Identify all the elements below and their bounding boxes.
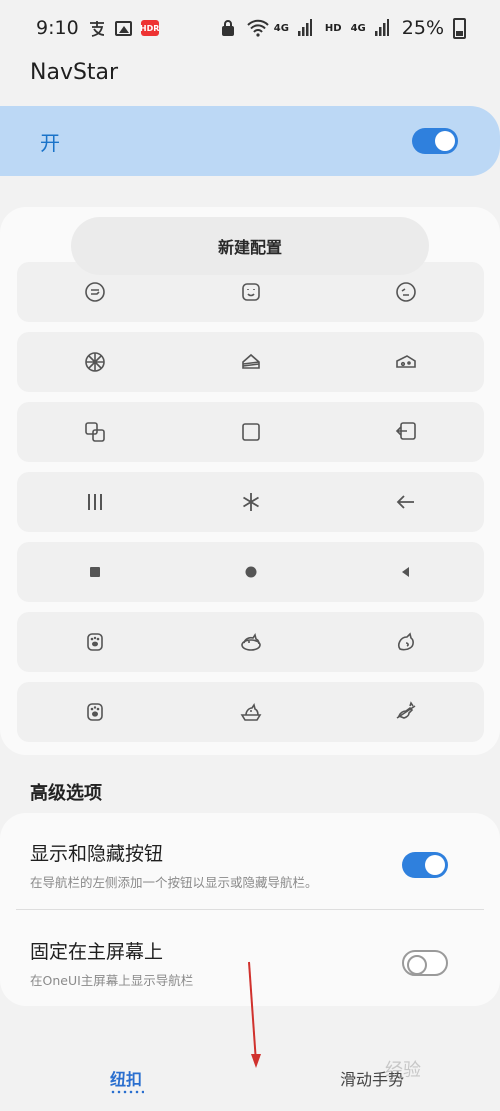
back-arrow-icon xyxy=(396,495,415,509)
hdr-icon: HDR xyxy=(140,20,159,36)
sleeping-cat-icon xyxy=(240,633,261,651)
icon-style-option[interactable] xyxy=(173,472,329,532)
icon-style-option[interactable] xyxy=(173,542,329,602)
icon-style-option[interactable] xyxy=(173,402,329,462)
network-4g-label: 4G xyxy=(273,22,289,34)
signal-icon xyxy=(297,19,316,37)
network-4g-label-2: 4G xyxy=(350,22,366,34)
setting-show-hide-button[interactable]: 显示和隐藏按钮 在导航栏的左侧添加一个按钮以显示或隐藏导航栏。 xyxy=(30,839,448,891)
icon-style-option[interactable] xyxy=(17,612,173,672)
annotation-arrow-head xyxy=(251,1054,261,1068)
bottom-nav: 纽扣 滑动手势 xyxy=(0,1046,500,1111)
tab-buttons[interactable]: 纽扣 xyxy=(110,1066,142,1090)
setting-title: 显示和隐藏按钮 xyxy=(30,843,164,865)
lock-icon xyxy=(220,19,238,37)
pin-homescreen-toggle[interactable] xyxy=(402,950,448,976)
icon-style-row[interactable] xyxy=(17,472,484,532)
home-square-icon xyxy=(241,423,260,441)
cat-stretch-icon xyxy=(396,701,416,719)
icon-style-option[interactable] xyxy=(173,612,329,672)
icon-style-option[interactable] xyxy=(328,472,484,532)
icon-style-row[interactable] xyxy=(17,332,484,392)
gallery-icon xyxy=(114,20,132,36)
face-swirl-icon xyxy=(85,282,105,302)
master-switch-label: 开 xyxy=(40,130,60,155)
cat-curl-icon xyxy=(398,632,415,651)
cat-basket-icon xyxy=(240,703,261,721)
recents-bars-icon xyxy=(87,494,102,510)
icon-style-option[interactable] xyxy=(173,682,329,742)
setting-pin-homescreen[interactable]: 固定在主屏幕上 在OneUI主屏幕上显示导航栏 xyxy=(30,937,448,989)
cheese-icon xyxy=(396,355,416,368)
cake-slice-icon xyxy=(241,353,260,369)
status-time: 9:10 xyxy=(36,17,79,39)
active-tab-indicator xyxy=(110,1090,144,1094)
icon-style-option[interactable] xyxy=(17,402,173,462)
battery-percent: 25% xyxy=(401,17,444,39)
watermark: 经验 xyxy=(385,1060,421,1081)
icon-style-option[interactable] xyxy=(328,612,484,672)
icon-style-row[interactable] xyxy=(17,612,484,672)
setting-title: 固定在主屏幕上 xyxy=(30,941,164,963)
home-filled-circle-icon xyxy=(245,566,256,578)
recents-overlap-icon xyxy=(85,422,105,442)
icon-style-option[interactable] xyxy=(17,332,173,392)
wifi-icon xyxy=(247,19,269,37)
recents-filled-square-icon xyxy=(89,567,100,577)
icon-style-option[interactable] xyxy=(173,332,329,392)
battery-icon xyxy=(453,17,466,39)
advanced-section-title: 高级选项 xyxy=(30,783,102,804)
master-switch-row[interactable]: 开 xyxy=(0,106,500,176)
hd-label: HD xyxy=(324,22,342,34)
icon-style-option[interactable] xyxy=(17,472,173,532)
icon-style-grid: 新建配置 xyxy=(0,207,500,755)
show-hide-toggle[interactable] xyxy=(402,852,448,878)
pizza-icon xyxy=(85,352,105,372)
setting-desc: 在OneUI主屏幕上显示导航栏 xyxy=(30,973,194,988)
setting-desc: 在导航栏的左侧添加一个按钮以显示或隐藏导航栏。 xyxy=(30,875,318,890)
icon-style-row[interactable] xyxy=(17,682,484,742)
icon-style-option[interactable] xyxy=(17,542,173,602)
divider xyxy=(16,909,484,910)
new-config-button[interactable]: 新建配置 xyxy=(71,217,429,275)
icon-style-row[interactable] xyxy=(17,542,484,602)
status-bar: 9:10 HDR 4G HD 4G 25% xyxy=(0,0,500,56)
face-tilt-icon xyxy=(396,282,416,302)
icon-style-option[interactable] xyxy=(17,682,173,742)
alipay-icon xyxy=(88,19,106,37)
paw-cup-alt-icon xyxy=(87,703,103,721)
signal-icon-2 xyxy=(374,19,393,37)
back-box-icon xyxy=(396,422,416,440)
paw-cup-icon xyxy=(87,633,103,651)
home-asterisk-icon xyxy=(242,493,259,511)
face-box-icon xyxy=(241,283,260,301)
icon-style-option[interactable] xyxy=(328,682,484,742)
back-filled-triangle-icon xyxy=(402,567,410,577)
app-title: NavStar xyxy=(30,60,119,85)
icon-style-option[interactable] xyxy=(328,542,484,602)
master-toggle[interactable] xyxy=(412,128,458,154)
icon-style-option[interactable] xyxy=(328,332,484,392)
icon-style-row[interactable] xyxy=(17,402,484,462)
icon-style-option[interactable] xyxy=(328,402,484,462)
